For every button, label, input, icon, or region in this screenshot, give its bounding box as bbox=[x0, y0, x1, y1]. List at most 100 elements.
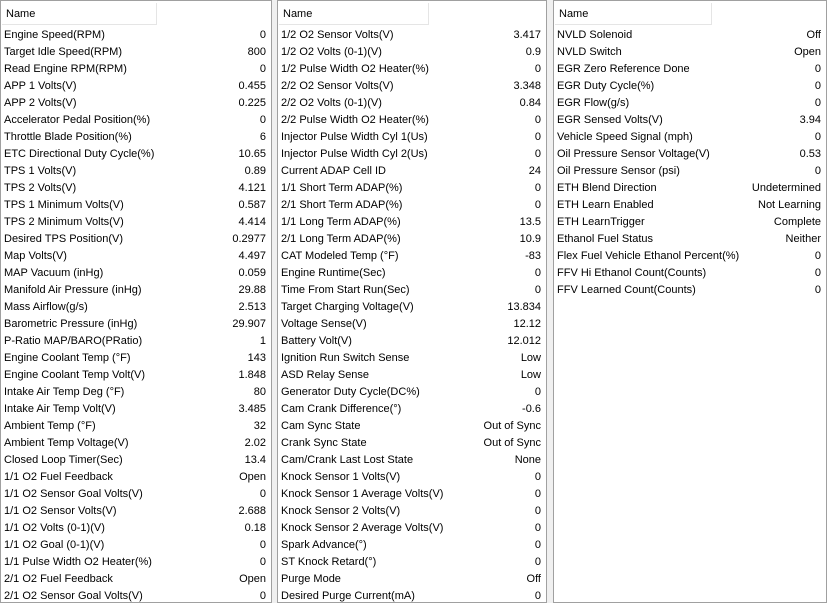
list-row[interactable]: Desired Purge Current(mA) 0 bbox=[278, 588, 546, 602]
list-row[interactable]: Knock Sensor 2 Average Volts(V) 0 bbox=[278, 520, 546, 537]
list-row[interactable]: Battery Volt(V) 12.012 bbox=[278, 333, 546, 350]
list-row[interactable]: Cam/Crank Last Lost State None bbox=[278, 452, 546, 469]
list-row[interactable]: 1/1 O2 Goal (0-1)(V) 0 bbox=[1, 537, 271, 554]
list-row[interactable]: 2/1 O2 Fuel Feedback Open bbox=[1, 571, 271, 588]
list-row[interactable]: Ignition Run Switch Sense Low bbox=[278, 350, 546, 367]
list-row[interactable]: EGR Zero Reference Done 0 bbox=[554, 61, 826, 78]
parameter-name: Flex Fuel Vehicle Ethanol Percent(%) bbox=[557, 250, 740, 262]
list-row[interactable]: 1/1 Short Term ADAP(%) 0 bbox=[278, 180, 546, 197]
name-column-header[interactable]: Name bbox=[279, 3, 429, 25]
list-row[interactable]: Ambient Temp (°F) 32 bbox=[1, 418, 271, 435]
name-column-header[interactable]: Name bbox=[555, 3, 712, 25]
list-row[interactable]: P-Ratio MAP/BARO(PRatio) 1 bbox=[1, 333, 271, 350]
list-row[interactable]: ETH LearnTrigger Complete bbox=[554, 214, 826, 231]
list-row[interactable]: 2/1 Short Term ADAP(%) 0 bbox=[278, 197, 546, 214]
list-row[interactable]: TPS 1 Minimum Volts(V) 0.587 bbox=[1, 197, 271, 214]
list-row[interactable]: Voltage Sense(V) 12.12 bbox=[278, 316, 546, 333]
list-row[interactable]: Cam Crank Difference(°) -0.6 bbox=[278, 401, 546, 418]
list-row[interactable]: APP 1 Volts(V) 0.455 bbox=[1, 78, 271, 95]
list-row[interactable]: Engine Speed(RPM) 0 bbox=[1, 27, 271, 44]
list-row[interactable]: FFV Hi Ethanol Count(Counts) 0 bbox=[554, 265, 826, 282]
list-row[interactable]: ETC Directional Duty Cycle(%) 10.65 bbox=[1, 146, 271, 163]
list-row[interactable]: EGR Duty Cycle(%) 0 bbox=[554, 78, 826, 95]
list-row[interactable]: Oil Pressure Sensor (psi) 0 bbox=[554, 163, 826, 180]
list-row[interactable]: Cam Sync State Out of Sync bbox=[278, 418, 546, 435]
list-row[interactable]: Engine Coolant Temp (°F) 143 bbox=[1, 350, 271, 367]
name-column-header[interactable]: Name bbox=[2, 3, 157, 25]
list-row[interactable]: Engine Runtime(Sec) 0 bbox=[278, 265, 546, 282]
list-row[interactable]: Current ADAP Cell ID 24 bbox=[278, 163, 546, 180]
list-row[interactable]: Desired TPS Position(V) 0.2977 bbox=[1, 231, 271, 248]
list-row[interactable]: Target Idle Speed(RPM) 800 bbox=[1, 44, 271, 61]
list-row[interactable]: 1/1 O2 Fuel Feedback Open bbox=[1, 469, 271, 486]
list-row[interactable]: APP 2 Volts(V) 0.225 bbox=[1, 95, 271, 112]
parameter-name: Engine Runtime(Sec) bbox=[281, 267, 386, 279]
list-row[interactable]: 1/1 O2 Sensor Volts(V) 2.688 bbox=[1, 503, 271, 520]
list-row[interactable]: TPS 2 Volts(V) 4.121 bbox=[1, 180, 271, 197]
list-row[interactable]: 2/1 O2 Sensor Goal Volts(V) 0 bbox=[1, 588, 271, 602]
list-row[interactable]: Map Volts(V) 4.497 bbox=[1, 248, 271, 265]
list-row[interactable]: 2/2 O2 Sensor Volts(V) 3.348 bbox=[278, 78, 546, 95]
list-row[interactable]: NVLD Solenoid Off bbox=[554, 27, 826, 44]
list-row[interactable]: Accelerator Pedal Position(%) 0 bbox=[1, 112, 271, 129]
list-row[interactable]: Manifold Air Pressure (inHg) 29.88 bbox=[1, 282, 271, 299]
parameter-name: 1/1 O2 Sensor Volts(V) bbox=[4, 505, 117, 517]
list-row[interactable]: 2/1 Long Term ADAP(%) 10.9 bbox=[278, 231, 546, 248]
list-row[interactable]: FFV Learned Count(Counts) 0 bbox=[554, 282, 826, 299]
list-row[interactable]: Engine Coolant Temp Volt(V) 1.848 bbox=[1, 367, 271, 384]
list-row[interactable]: MAP Vacuum (inHg) 0.059 bbox=[1, 265, 271, 282]
list-row[interactable]: Vehicle Speed Signal (mph) 0 bbox=[554, 129, 826, 146]
list-row[interactable]: 1/1 O2 Sensor Goal Volts(V) 0 bbox=[1, 486, 271, 503]
parameter-value: 0 bbox=[534, 199, 541, 211]
list-row[interactable]: EGR Sensed Volts(V) 3.94 bbox=[554, 112, 826, 129]
list-row[interactable]: ASD Relay Sense Low bbox=[278, 367, 546, 384]
list-row[interactable]: ETH Blend Direction Undetermined bbox=[554, 180, 826, 197]
list-row[interactable]: 2/2 O2 Volts (0-1)(V) 0.84 bbox=[278, 95, 546, 112]
list-row[interactable]: Injector Pulse Width Cyl 1(Us) 0 bbox=[278, 129, 546, 146]
list-row[interactable]: Flex Fuel Vehicle Ethanol Percent(%) 0 bbox=[554, 248, 826, 265]
list-row[interactable]: 1/1 Long Term ADAP(%) 13.5 bbox=[278, 214, 546, 231]
list-row[interactable]: TPS 1 Volts(V) 0.89 bbox=[1, 163, 271, 180]
list-row[interactable]: Knock Sensor 1 Volts(V) 0 bbox=[278, 469, 546, 486]
parameter-name: Vehicle Speed Signal (mph) bbox=[557, 131, 693, 143]
parameter-value: 3.348 bbox=[513, 80, 541, 92]
list-row[interactable]: Knock Sensor 1 Average Volts(V) 0 bbox=[278, 486, 546, 503]
list-row[interactable]: 1/2 O2 Sensor Volts(V) 3.417 bbox=[278, 27, 546, 44]
list-row[interactable]: Spark Advance(°) 0 bbox=[278, 537, 546, 554]
list-row[interactable]: Time From Start Run(Sec) 0 bbox=[278, 282, 546, 299]
list-row[interactable]: Oil Pressure Sensor Voltage(V) 0.53 bbox=[554, 146, 826, 163]
list-row[interactable]: Barometric Pressure (inHg) 29.907 bbox=[1, 316, 271, 333]
list-row[interactable]: Throttle Blade Position(%) 6 bbox=[1, 129, 271, 146]
parameter-value: 1 bbox=[259, 335, 266, 347]
list-row[interactable]: 1/2 O2 Volts (0-1)(V) 0.9 bbox=[278, 44, 546, 61]
list-row[interactable]: ST Knock Retard(°) 0 bbox=[278, 554, 546, 571]
list-row[interactable]: Injector Pulse Width Cyl 2(Us) 0 bbox=[278, 146, 546, 163]
list-row[interactable]: Intake Air Temp Volt(V) 3.485 bbox=[1, 401, 271, 418]
list-row[interactable]: TPS 2 Minimum Volts(V) 4.414 bbox=[1, 214, 271, 231]
list-row[interactable]: ETH Learn Enabled Not Learning bbox=[554, 197, 826, 214]
list-row[interactable]: Knock Sensor 2 Volts(V) 0 bbox=[278, 503, 546, 520]
list-row[interactable]: EGR Flow(g/s) 0 bbox=[554, 95, 826, 112]
list-row[interactable]: 1/1 Pulse Width O2 Heater(%) 0 bbox=[1, 554, 271, 571]
list-row[interactable]: NVLD Switch Open bbox=[554, 44, 826, 61]
parameter-name: ETC Directional Duty Cycle(%) bbox=[4, 148, 155, 160]
parameter-value: Open bbox=[239, 573, 266, 585]
list-row[interactable]: Intake Air Temp Deg (°F) 80 bbox=[1, 384, 271, 401]
list-row[interactable]: 1/2 Pulse Width O2 Heater(%) 0 bbox=[278, 61, 546, 78]
list-row[interactable]: Crank Sync State Out of Sync bbox=[278, 435, 546, 452]
parameter-name: EGR Sensed Volts(V) bbox=[557, 114, 663, 126]
list-row[interactable]: 1/1 O2 Volts (0-1)(V) 0.18 bbox=[1, 520, 271, 537]
list-row[interactable]: Ambient Temp Voltage(V) 2.02 bbox=[1, 435, 271, 452]
parameter-value: 0 bbox=[259, 488, 266, 500]
list-row[interactable]: Generator Duty Cycle(DC%) 0 bbox=[278, 384, 546, 401]
list-row[interactable]: 2/2 Pulse Width O2 Heater(%) 0 bbox=[278, 112, 546, 129]
parameter-value: 13.834 bbox=[507, 301, 541, 313]
list-row[interactable]: Target Charging Voltage(V) 13.834 bbox=[278, 299, 546, 316]
list-row[interactable]: Mass Airflow(g/s) 2.513 bbox=[1, 299, 271, 316]
list-row[interactable]: Purge Mode Off bbox=[278, 571, 546, 588]
list-row[interactable]: Ethanol Fuel Status Neither bbox=[554, 231, 826, 248]
parameter-value: 0 bbox=[534, 131, 541, 143]
list-row[interactable]: CAT Modeled Temp (°F) -83 bbox=[278, 248, 546, 265]
list-row[interactable]: Read Engine RPM(RPM) 0 bbox=[1, 61, 271, 78]
list-row[interactable]: Closed Loop Timer(Sec) 13.4 bbox=[1, 452, 271, 469]
